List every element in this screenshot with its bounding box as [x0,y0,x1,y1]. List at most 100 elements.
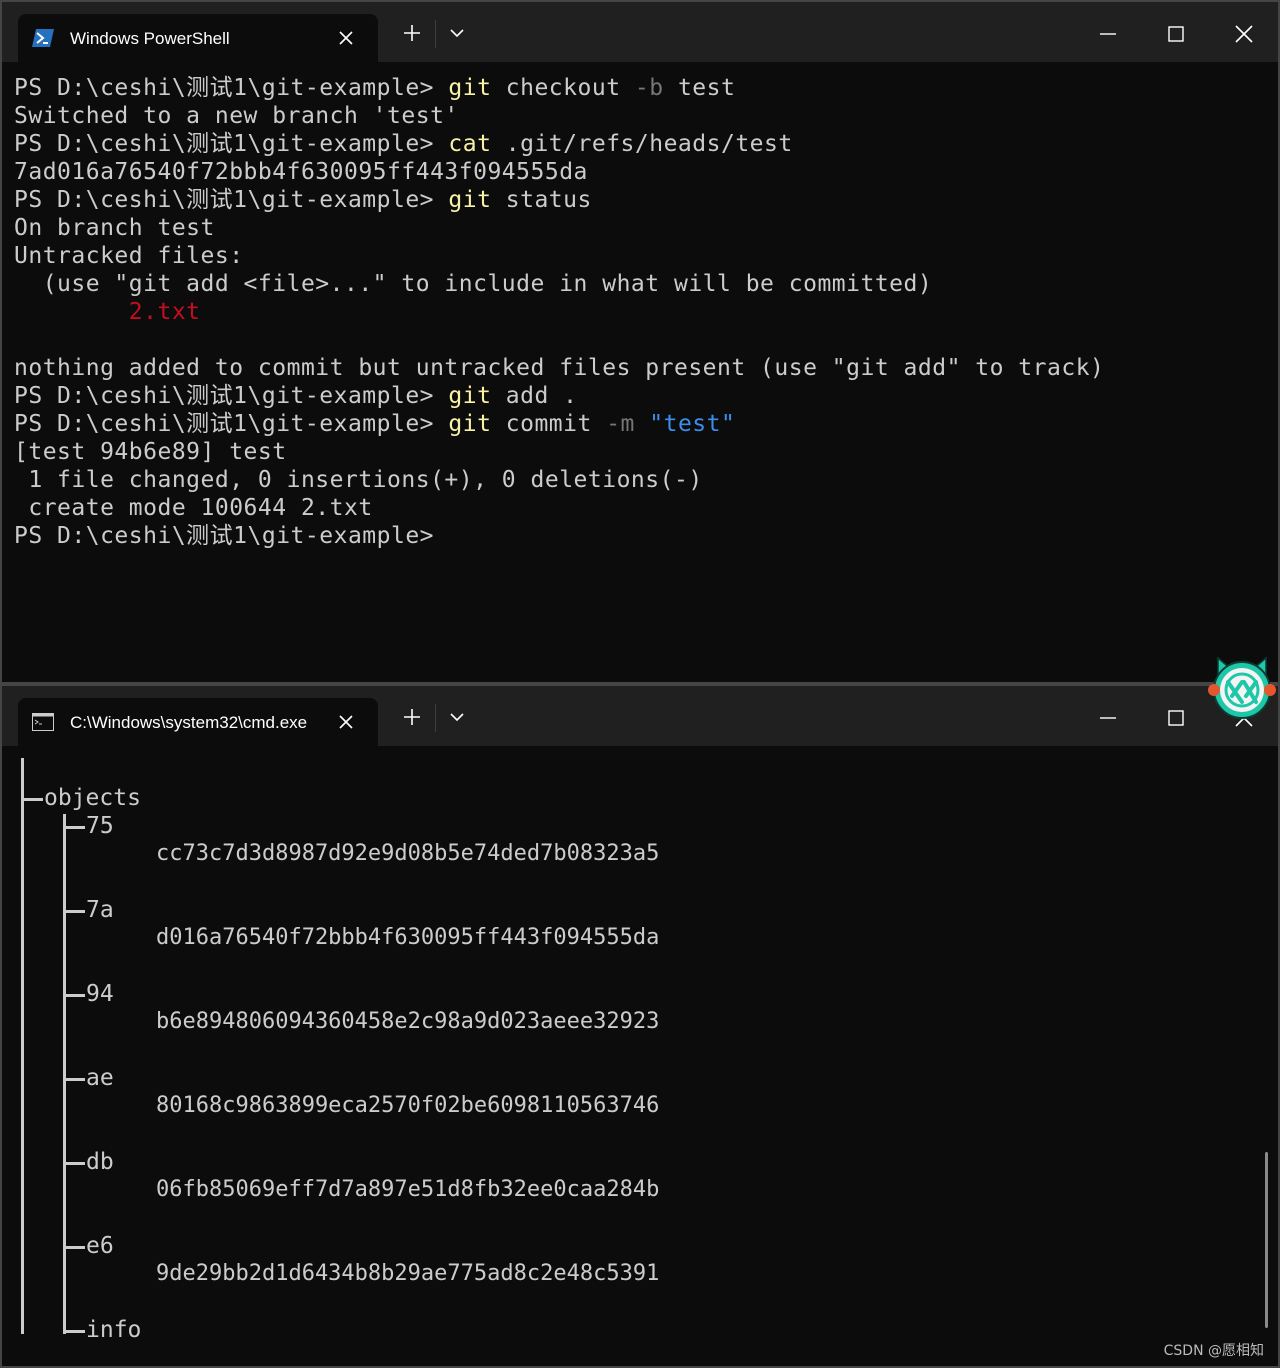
close-icon[interactable] [334,26,358,50]
tree-branch [63,1162,85,1165]
object-hash: 9de29bb2d1d6434b8b29ae775ad8c2e48c5391 [156,1261,660,1286]
cmd-window: C:\Windows\system32\cmd.exe objects 75 c… [0,684,1280,1368]
minimize-icon[interactable] [1088,16,1128,52]
powershell-output: PS D:\ceshi\测试1\git-example> git checkou… [14,74,1104,550]
terminal-line: PS D:\ceshi\测试1\git-example> git commit … [14,410,1104,438]
cat-mascot-icon [1208,656,1276,719]
tree-line [21,758,24,1334]
object-hash: d016a76540f72bbb4f630095ff443f094555da [156,925,660,950]
terminal-text: PS D:\ceshi\测试1\git-example> [14,75,449,101]
terminal-str-text: "test" [649,411,736,437]
terminal-line: 2.txt [14,298,1104,326]
tab-title: Windows PowerShell [70,29,230,48]
plus-icon[interactable] [398,703,426,731]
divider [435,704,436,732]
terminal-text: (use "git add <file>..." to include in w… [14,271,933,297]
terminal-text: commit [491,411,607,437]
terminal-line: PS D:\ceshi\测试1\git-example> [14,522,1104,550]
terminal-cmd-text: cat [448,131,492,157]
terminal-text: [test 94b6e89] test [14,439,287,465]
terminal-flag-text: -b [634,75,664,101]
terminal-text: PS D:\ceshi\测试1\git-example> [14,187,449,213]
tree-branch [63,1078,85,1081]
terminal-line: create mode 100644 2.txt [14,494,1104,522]
terminal-text: .git/refs/heads/test [491,131,793,157]
chevron-down-icon[interactable] [443,19,471,47]
terminal-text: On branch test [14,215,215,241]
maximize-icon[interactable] [1156,16,1196,52]
terminal-line: 1 file changed, 0 insertions(+), 0 delet… [14,466,1104,494]
tree-branch [21,798,43,801]
terminal-text: create mode 100644 2.txt [14,495,373,521]
object-hash: 06fb85069eff7d7a897e51d8fb32ee0caa284b [156,1177,660,1202]
tree-folder-label: 94 [86,981,114,1007]
terminal-text: test [663,75,736,101]
terminal-text: nothing added to commit but untracked fi… [14,355,1105,381]
tree-folder-label: info [86,1317,142,1343]
object-hash: b6e894806094360458e2c98a9d023aeee32923 [156,1009,660,1034]
window-close-icon[interactable] [1224,16,1264,52]
terminal-line: [test 94b6e89] test [14,438,1104,466]
tree-branch [63,910,85,913]
tree-folder-label: ae [86,1065,114,1091]
powershell-icon [32,29,54,47]
terminal-line: PS D:\ceshi\测试1\git-example> git checkou… [14,74,1104,102]
terminal-text: PS D:\ceshi\测试1\git-example> [14,131,449,157]
minimize-icon[interactable] [1088,700,1128,736]
divider [435,20,436,48]
tree-line [63,814,66,1334]
object-hash: cc73c7d3d8987d92e9d08b5e74ded7b08323a5 [156,841,660,866]
terminal-line: nothing added to commit but untracked fi… [14,354,1104,382]
terminal-content[interactable]: PS D:\ceshi\测试1\git-example> git checkou… [2,62,1278,682]
terminal-flag-text: -m [606,411,635,437]
cmd-tab[interactable]: C:\Windows\system32\cmd.exe [18,698,378,746]
tree-folder-label: 7a [86,897,114,923]
object-hash: 80168c9863899eca2570f02be6098110563746 [156,1093,660,1118]
tree-branch [63,1330,85,1333]
powershell-window: Windows PowerShell PS D:\ceshi\测试1\git-e… [0,0,1280,684]
cmd-titlebar: C:\Windows\system32\cmd.exe [2,686,1278,746]
cmd-icon [32,713,54,731]
terminal-text: Untracked files: [14,243,244,269]
tree-branch [63,994,85,997]
tree-root-label: objects [44,785,141,811]
terminal-line: PS D:\ceshi\测试1\git-example> git add . [14,382,1104,410]
powershell-titlebar: Windows PowerShell [2,2,1278,62]
maximize-icon[interactable] [1156,700,1196,736]
tree-folder-label: db [86,1149,114,1175]
terminal-untracked-text: 2.txt [128,299,201,325]
terminal-text: 7ad016a76540f72bbb4f630095ff443f094555da [14,159,588,185]
terminal-text: checkout [491,75,635,101]
tree-folder-label: e6 [86,1233,114,1259]
terminal-content[interactable]: objects 75 cc73c7d3d8987d92e9d08b5e74ded7… [2,746,1278,1366]
terminal-text: PS D:\ceshi\测试1\git-example> [14,411,449,437]
tree-folder-label: 75 [86,813,114,839]
terminal-line: On branch test [14,214,1104,242]
terminal-cmd-text: git [448,75,492,101]
scrollbar[interactable] [1265,1152,1268,1328]
terminal-line: Switched to a new branch 'test' [14,102,1104,130]
terminal-text: Switched to a new branch 'test' [14,103,459,129]
tree-branch [63,826,85,829]
terminal-cmd-text: git [448,383,492,409]
plus-icon[interactable] [398,19,426,47]
terminal-line: Untracked files: [14,242,1104,270]
watermark: CSDN @愿相知 [1163,1343,1264,1359]
tree-branch [63,1246,85,1249]
chevron-down-icon[interactable] [443,703,471,731]
terminal-line: (use "git add <file>..." to include in w… [14,270,1104,298]
terminal-line: 7ad016a76540f72bbb4f630095ff443f094555da [14,158,1104,186]
terminal-text: status [491,187,592,213]
terminal-text: 1 file changed, 0 insertions(+), 0 delet… [14,467,703,493]
terminal-text: add . [491,383,578,409]
tab-title: C:\Windows\system32\cmd.exe [70,713,308,732]
terminal-text: PS D:\ceshi\测试1\git-example> [14,523,435,549]
powershell-tab[interactable]: Windows PowerShell [18,14,378,62]
close-icon[interactable] [334,710,358,734]
terminal-cmd-text: git [448,187,492,213]
terminal-cmd-text: git [448,411,492,437]
terminal-text: PS D:\ceshi\测试1\git-example> [14,383,449,409]
